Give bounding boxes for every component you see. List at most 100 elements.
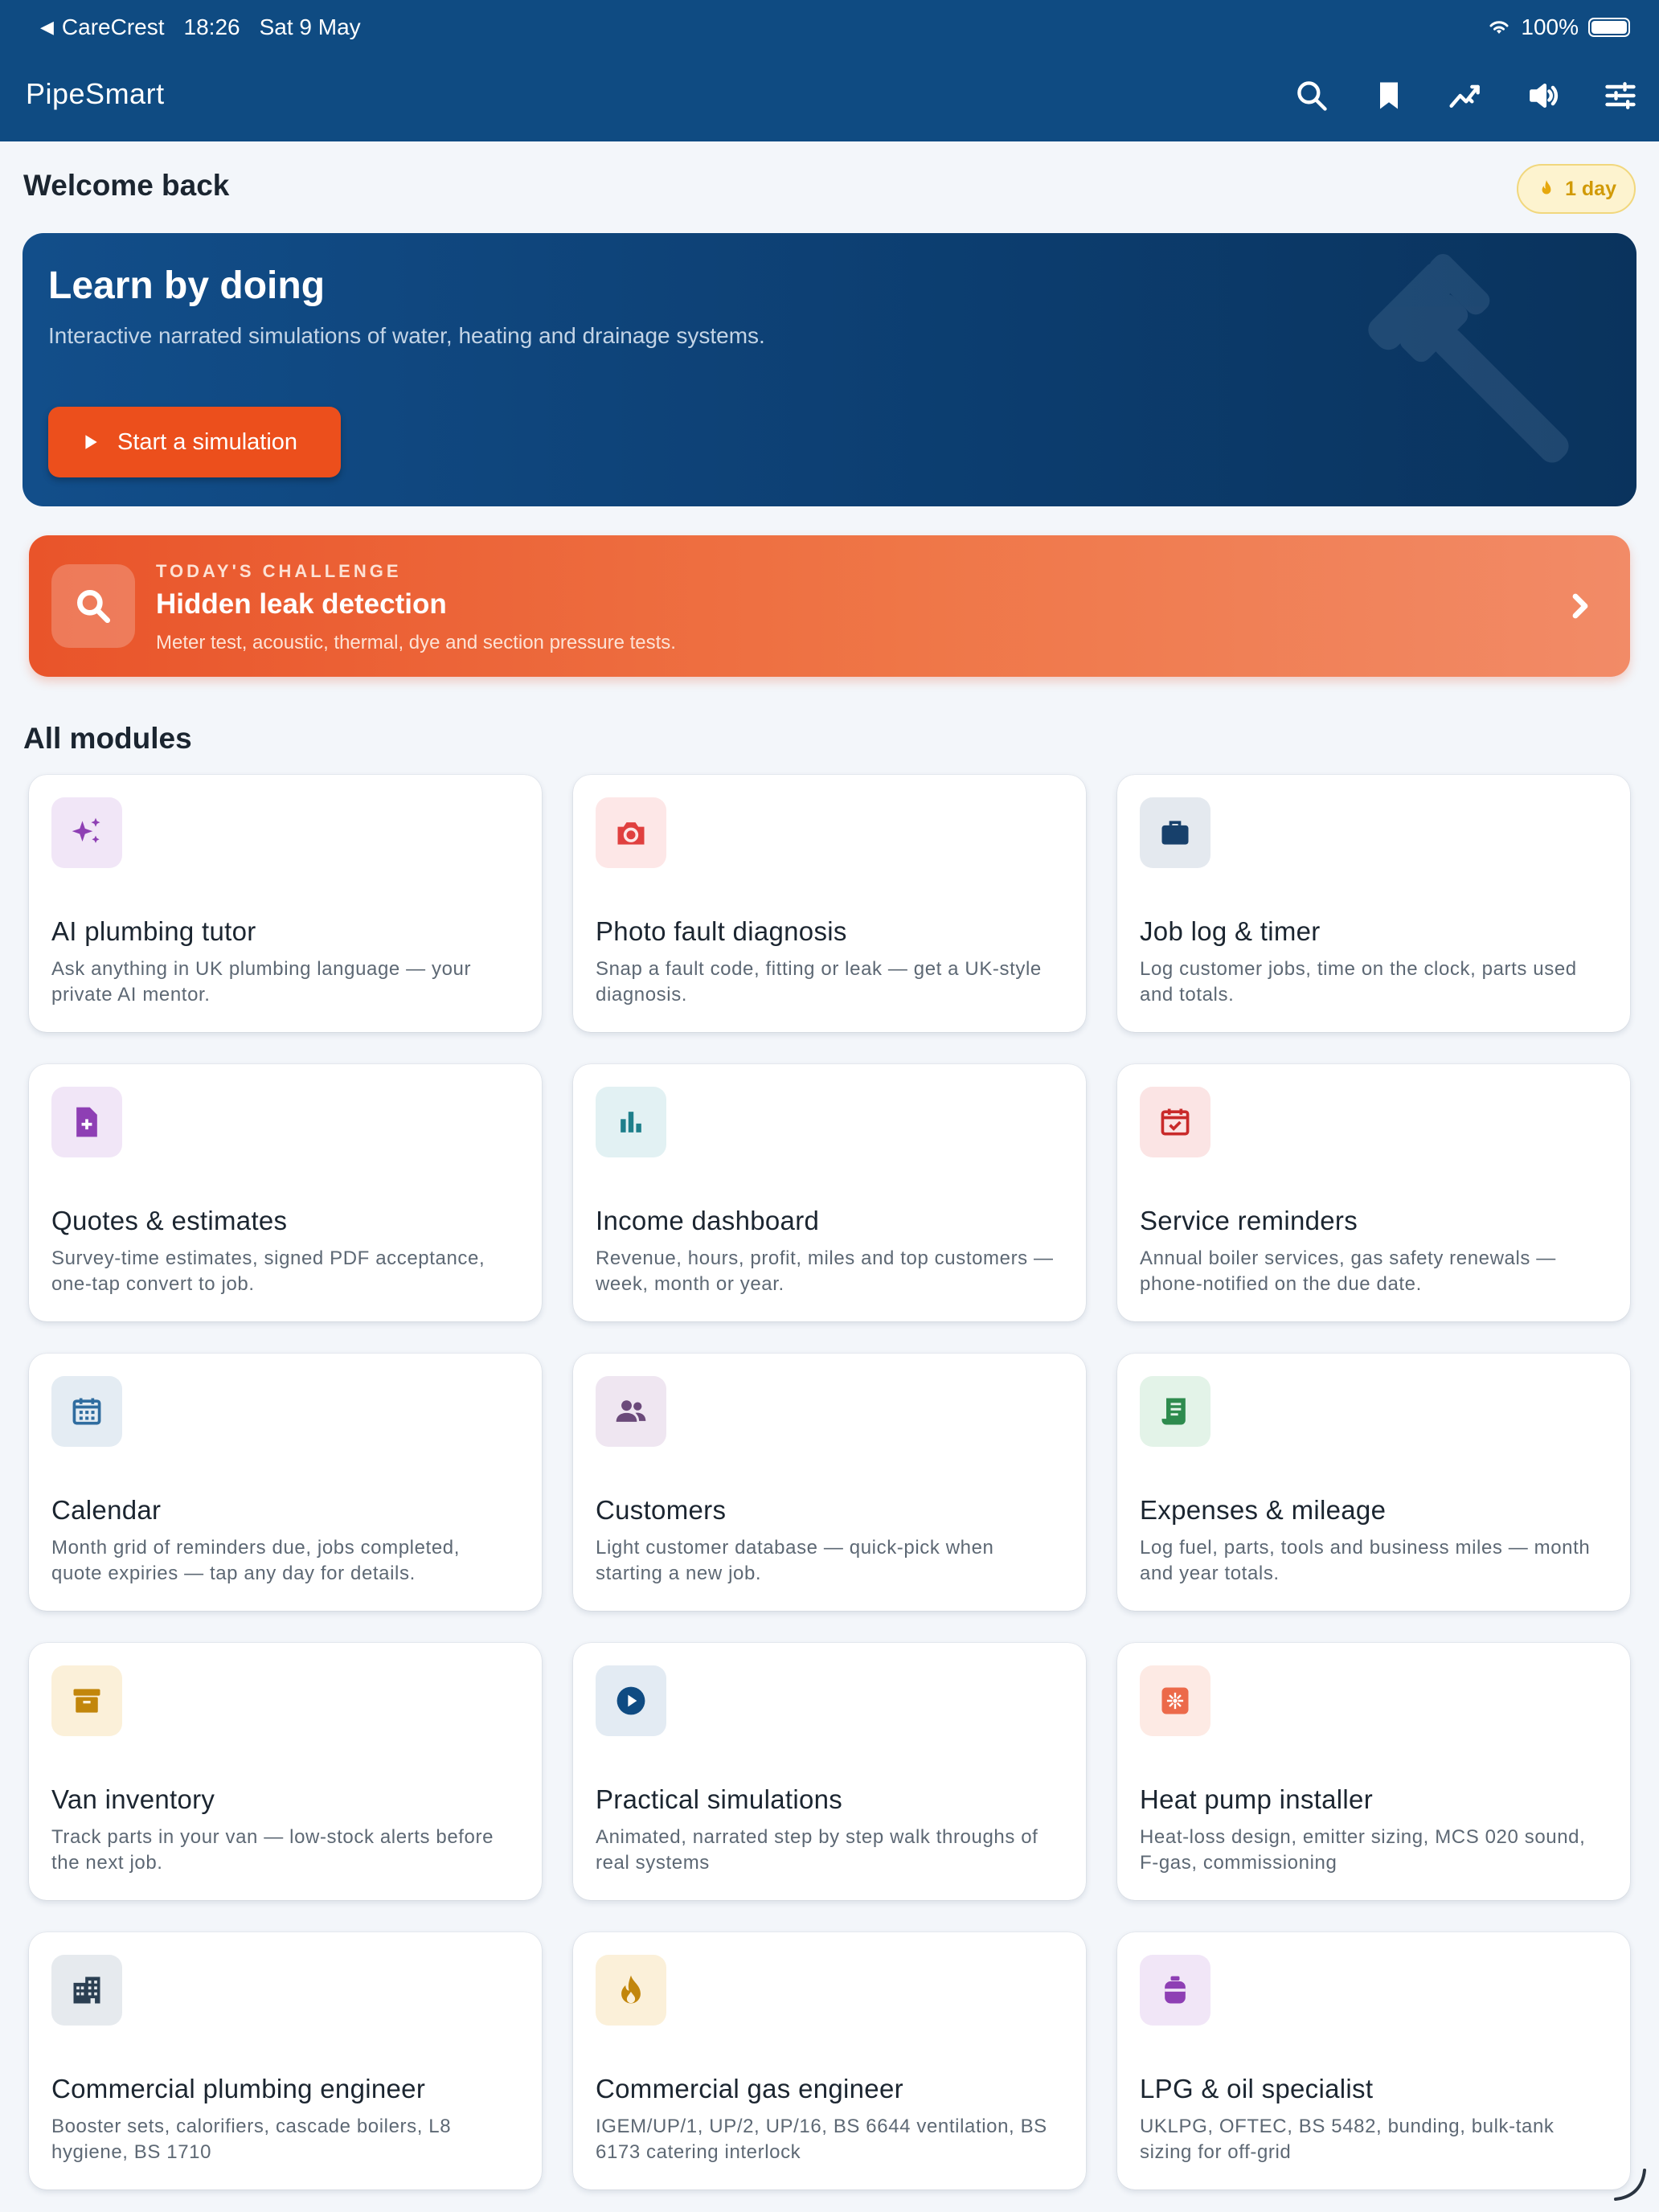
start-simulation-label: Start a simulation xyxy=(117,428,298,455)
module-description: Survey-time estimates, signed PDF accept… xyxy=(51,1247,485,1295)
battery-icon xyxy=(1588,18,1630,37)
receipt-icon xyxy=(1161,1398,1186,1425)
challenge-title: Hidden leak detection xyxy=(156,588,447,620)
app-title: PipeSmart xyxy=(26,77,165,110)
module-title: LPG & oil specialist xyxy=(1140,2074,1374,2103)
archive-box-icon xyxy=(73,1689,100,1713)
module-icon-box xyxy=(596,1955,666,2026)
module-description: IGEM/UP/1, UP/2, UP/16, BS 6644 ventilat… xyxy=(596,2116,1047,2163)
camera-icon xyxy=(617,822,645,845)
people-icon xyxy=(616,1400,646,1422)
module-card-photo-fault-diagnosis[interactable]: Photo fault diagnosis Snap a fault code,… xyxy=(573,775,1086,1032)
status-date: Sat 9 May xyxy=(259,14,361,39)
module-title: Heat pump installer xyxy=(1140,1784,1374,1814)
module-icon-box xyxy=(596,1087,666,1157)
search-icon xyxy=(77,590,111,624)
module-description: Booster sets, calorifiers, cascade boile… xyxy=(51,2116,452,2163)
status-bar: ◀ CareCrest 18:26 Sat 9 May 100% xyxy=(40,11,1630,43)
start-simulation-button[interactable]: Start a simulation xyxy=(48,407,341,477)
welcome-heading: Welcome back xyxy=(23,169,230,202)
hero-title: Learn by doing xyxy=(48,264,326,307)
module-card-job-log-timer[interactable]: Job log & timer Log customer jobs, time … xyxy=(1117,775,1630,1032)
module-description: Snap a fault code, fitting or leak — get… xyxy=(596,958,1042,1006)
module-description: Heat-loss design, emitter sizing, MCS 02… xyxy=(1140,1826,1586,1874)
challenge-icon-box xyxy=(51,564,135,648)
module-description: Log fuel, parts, tools and business mile… xyxy=(1140,1537,1591,1584)
module-card-heat-pump-installer[interactable]: Heat pump installer Heat-loss design, em… xyxy=(1117,1643,1630,1900)
module-title: Service reminders xyxy=(1140,1206,1358,1235)
streak-badge[interactable]: 1 day xyxy=(1517,164,1636,214)
streak-label: 1 day xyxy=(1565,177,1616,200)
challenge-kicker: TODAY'S CHALLENGE xyxy=(156,561,402,581)
module-card-practical-simulations[interactable]: Practical simulations Animated, narrated… xyxy=(573,1643,1086,1900)
back-to-app-icon[interactable]: ◀ xyxy=(40,17,54,38)
module-card-van-inventory[interactable]: Van inventory Track parts in your van — … xyxy=(29,1643,542,1900)
volume-icon[interactable] xyxy=(1505,72,1582,119)
module-icon-box xyxy=(1140,1087,1210,1157)
module-description: Light customer database — quick-pick whe… xyxy=(596,1537,994,1584)
module-card-customers[interactable]: Customers Light customer database — quic… xyxy=(573,1354,1086,1611)
battery-percent: 100% xyxy=(1521,14,1579,39)
wifi-icon xyxy=(1489,21,1509,34)
settings-sliders-icon[interactable] xyxy=(1582,72,1659,119)
module-title: Photo fault diagnosis xyxy=(596,916,847,946)
module-icon-box xyxy=(596,797,666,868)
module-description: Log customer jobs, time on the clock, pa… xyxy=(1140,958,1577,1006)
module-card-ai-plumbing-tutor[interactable]: AI plumbing tutor Ask anything in UK plu… xyxy=(29,775,542,1032)
module-description: Annual boiler services, gas safety renew… xyxy=(1140,1247,1556,1295)
module-description: Revenue, hours, profit, miles and top cu… xyxy=(596,1247,1054,1295)
module-description: Animated, narrated step by step walk thr… xyxy=(596,1826,1038,1874)
module-description: UKLPG, OFTEC, BS 5482, bunding, bulk-tan… xyxy=(1140,2116,1555,2163)
calendar-icon xyxy=(72,1398,101,1425)
module-icon-box xyxy=(51,1955,122,2026)
module-card-income-dashboard[interactable]: Income dashboard Revenue, hours, profit,… xyxy=(573,1064,1086,1321)
module-title: Customers xyxy=(596,1495,727,1525)
back-app-label[interactable]: CareCrest xyxy=(62,14,165,40)
module-icon-box xyxy=(1140,1376,1210,1447)
all-modules-heading: All modules xyxy=(23,722,192,755)
module-icon-box xyxy=(1140,797,1210,868)
bar-chart-icon xyxy=(621,1112,641,1133)
module-title: Expenses & mileage xyxy=(1140,1495,1387,1525)
app-header: ◀ CareCrest 18:26 Sat 9 May 100% PipeSma… xyxy=(0,0,1659,141)
play-icon xyxy=(85,435,97,449)
challenge-subtitle: Meter test, acoustic, thermal, dye and s… xyxy=(156,632,676,653)
wrench-icon xyxy=(1368,253,1569,463)
module-title: Van inventory xyxy=(51,1784,215,1814)
hero-banner: Learn by doing Interactive narrated simu… xyxy=(23,233,1636,506)
module-icon-box xyxy=(51,1087,122,1157)
document-add-icon xyxy=(76,1107,97,1137)
module-description: Track parts in your van — low-stock aler… xyxy=(51,1826,494,1874)
module-title: Practical simulations xyxy=(596,1784,843,1814)
module-title: Commercial plumbing engineer xyxy=(51,2074,426,2103)
search-icon[interactable] xyxy=(1273,72,1350,119)
module-icon-box xyxy=(596,1665,666,1736)
module-card-commercial-gas-engineer[interactable]: Commercial gas engineer IGEM/UP/1, UP/2,… xyxy=(573,1932,1086,2189)
calendar-check-icon xyxy=(1161,1108,1190,1136)
progress-chart-icon[interactable] xyxy=(1428,72,1505,119)
module-title: Commercial gas engineer xyxy=(596,2074,903,2103)
module-title: Job log & timer xyxy=(1140,916,1321,946)
module-title: AI plumbing tutor xyxy=(51,916,256,946)
briefcase-icon xyxy=(1161,821,1189,845)
resize-handle-icon[interactable] xyxy=(1611,2165,1648,2202)
sparkles-icon xyxy=(72,817,100,843)
module-icon-box xyxy=(51,1665,122,1736)
building-icon xyxy=(73,1976,100,2004)
flame-icon xyxy=(1542,180,1551,195)
gas-bottle-icon xyxy=(1165,1976,1186,2004)
module-card-commercial-plumbing-engineer[interactable]: Commercial plumbing engineer Booster set… xyxy=(29,1932,542,2189)
todays-challenge-card[interactable]: TODAY'S CHALLENGE Hidden leak detection … xyxy=(29,535,1630,677)
module-description: Month grid of reminders due, jobs comple… xyxy=(51,1537,460,1584)
module-icon-box xyxy=(1140,1665,1210,1736)
module-description: Ask anything in UK plumbing language — y… xyxy=(51,958,472,1006)
bookmark-icon[interactable] xyxy=(1350,72,1428,119)
module-card-service-reminders[interactable]: Service reminders Annual boiler services… xyxy=(1117,1064,1630,1321)
hero-subtitle: Interactive narrated simulations of wate… xyxy=(48,323,765,348)
module-card-quotes-estimates[interactable]: Quotes & estimates Survey-time estimates… xyxy=(29,1064,542,1321)
module-card-expenses-mileage[interactable]: Expenses & mileage Log fuel, parts, tool… xyxy=(1117,1354,1630,1611)
module-card-lpg-oil-specialist[interactable]: LPG & oil specialist UKLPG, OFTEC, BS 54… xyxy=(1117,1932,1630,2189)
module-title: Quotes & estimates xyxy=(51,1206,288,1235)
module-title: Calendar xyxy=(51,1495,162,1525)
module-card-calendar[interactable]: Calendar Month grid of reminders due, jo… xyxy=(29,1354,542,1611)
